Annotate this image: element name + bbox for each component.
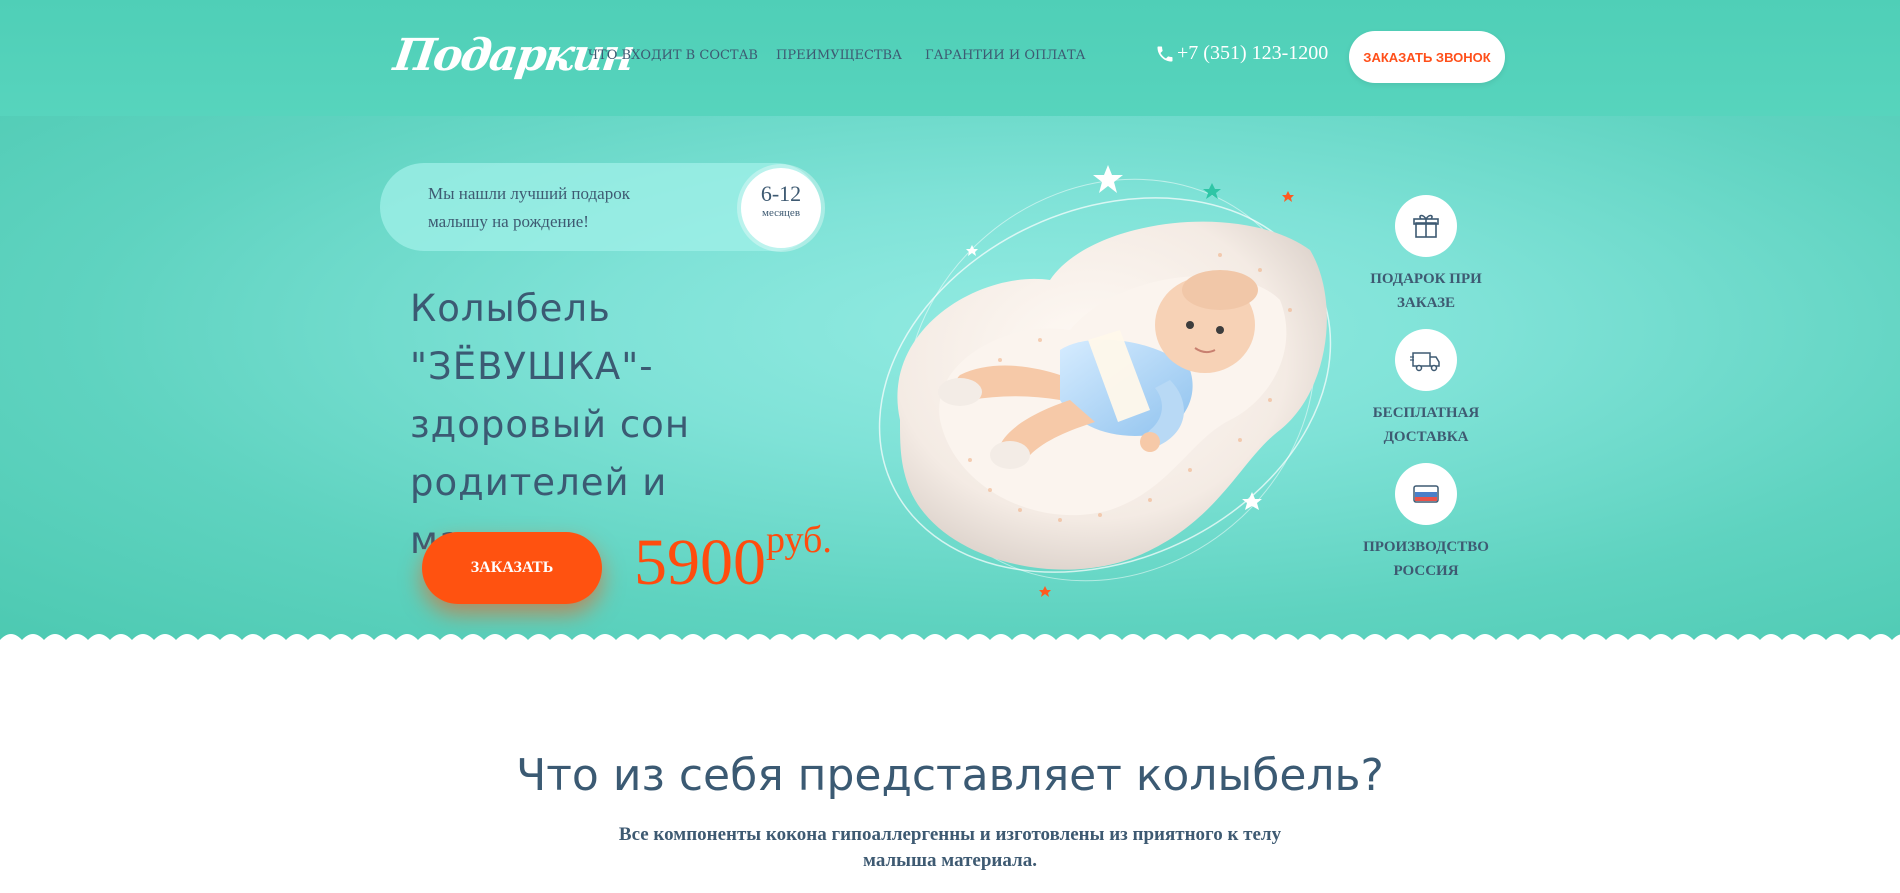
feature-gift: ПОДАРОК ПРИ ЗАКАЗЕ xyxy=(1356,195,1496,315)
nav-link-guarantees[interactable]: ГАРАНТИИ И ОПЛАТА xyxy=(925,48,1086,63)
callback-button[interactable]: ЗАКАЗАТЬ ЗВОНОК xyxy=(1349,31,1505,83)
feature-delivery: БЕСПЛАТНАЯ ДОСТАВКА xyxy=(1356,329,1496,449)
section-subtitle: Все компоненты кокона гипоаллергенны и и… xyxy=(618,824,1282,871)
phone-number[interactable]: +7 (351) 123-1200 xyxy=(1155,42,1328,65)
age-range: 6-12 xyxy=(760,181,802,206)
site-header: Подаркин ЧТО ВХОДИТ В СОСТАВ ПРЕИМУЩЕСТВ… xyxy=(0,0,1900,116)
wave-divider xyxy=(0,634,1900,650)
order-button[interactable]: ЗАКАЗАТЬ xyxy=(422,532,602,604)
logo[interactable]: Подаркин xyxy=(390,28,636,90)
price-currency: руб. xyxy=(766,519,832,561)
phone-icon xyxy=(1157,46,1173,61)
section-title: Что из себя представляет колыбель? xyxy=(516,750,1384,801)
nav-link-advantages[interactable]: ПРЕИМУЩЕСТВА xyxy=(776,48,902,63)
price: 5900руб. xyxy=(634,519,832,599)
tagline-text: Мы нашли лучший подарок малышу на рожден… xyxy=(428,184,630,231)
gift-icon xyxy=(1395,195,1457,257)
russia-flag-icon xyxy=(1395,463,1457,525)
feature-label: ПРОИЗВОДСТВО РОССИЯ xyxy=(1363,539,1489,579)
age-badge: 6-12 месяцев xyxy=(741,168,821,248)
baby-cocoon-image xyxy=(878,165,1332,597)
feature-label: ПОДАРОК ПРИ ЗАКАЗЕ xyxy=(1370,271,1482,311)
feature-made-in-russia: ПРОИЗВОДСТВО РОССИЯ xyxy=(1356,463,1496,583)
feature-label: БЕСПЛАТНАЯ ДОСТАВКА xyxy=(1372,405,1480,445)
price-value: 5900 xyxy=(634,526,766,599)
truck-icon xyxy=(1395,329,1457,391)
age-unit: месяцев xyxy=(761,207,801,219)
phone-text: +7 (351) 123-1200 xyxy=(1177,42,1329,64)
nav-link-composition[interactable]: ЧТО ВХОДИТ В СОСТАВ xyxy=(588,48,758,63)
